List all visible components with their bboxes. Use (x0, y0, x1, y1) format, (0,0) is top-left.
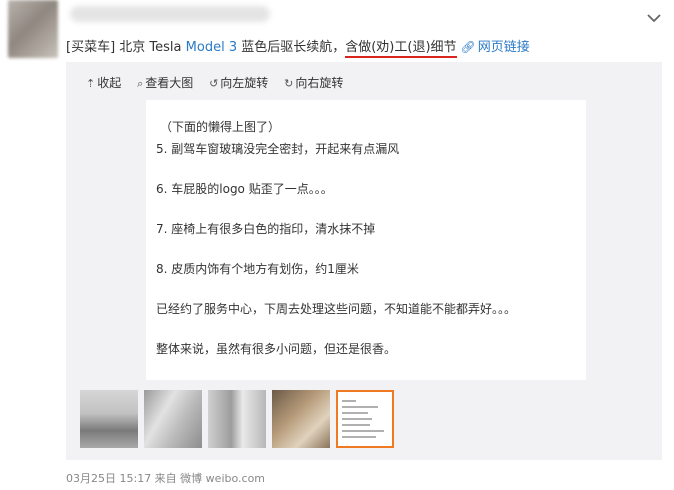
collapse-button[interactable]: ⇡ 收起 (86, 74, 121, 91)
image-text-line: 6. 车屁股的logo 贴歪了一点。。。 (156, 182, 333, 196)
collapse-label: 收起 (97, 76, 122, 90)
image-text-line: 已经约了服务中心，下周去处理这些问题，不知道能不能都弄好。。。 (156, 302, 517, 316)
post-tag: [买菜车] (66, 40, 116, 55)
expanded-image[interactable]: （下面的懒得上图了） 5. 副驾车窗玻璃没完全密封，开起来有点漏风 6. 车屁股… (146, 100, 586, 380)
image-text-line: 整体来说，虽然有很多小问题，但还是很香。 (156, 342, 397, 356)
post-headline: [买菜车] 北京 Tesla Model 3 蓝色后驱长续航，含做(劝)工(退)… (66, 36, 530, 58)
headline-highlight: 含做(劝)工(退)细节 (345, 40, 457, 58)
rotate-left-button[interactable]: ↺ 向左旋转 (209, 74, 268, 91)
image-text-line: 8. 皮质内饰有个地方有划伤，约1厘米 (156, 262, 359, 276)
thumbnail[interactable] (208, 390, 266, 448)
web-link[interactable]: 网页链接 (478, 40, 530, 55)
headline-text-b: 蓝色后驱长续航， (237, 40, 346, 55)
chevron-down-icon[interactable] (646, 10, 662, 26)
thumbnail[interactable] (272, 390, 330, 448)
rotate-left-icon: ↺ (209, 77, 219, 90)
image-text-line: （下面的懒得上图了） (160, 120, 281, 134)
post-meta: 03月25日 15:17 来自 微博 weibo.com (66, 472, 266, 485)
thumbnail[interactable] (144, 390, 202, 448)
headline-text-a: 北京 Tesla (119, 40, 186, 55)
link-icon[interactable]: 🔗︎ (461, 40, 476, 54)
headline-model: Model 3 (185, 40, 238, 55)
rotate-right-label: 向右旋转 (295, 76, 344, 90)
avatar[interactable] (8, 0, 58, 58)
image-text-line: 5. 副驾车窗玻璃没完全密封，开起来有点漏风 (156, 142, 400, 156)
rotate-left-label: 向左旋转 (220, 76, 269, 90)
view-large-button[interactable]: ⌕ 查看大图 (137, 74, 193, 91)
image-text-line: 7. 座椅上有很多白色的指印，清水抹不掉 (156, 222, 376, 236)
collapse-icon: ⇡ (86, 77, 96, 90)
thumbnail-selected[interactable] (336, 390, 394, 448)
thumbnail[interactable] (80, 390, 138, 448)
image-toolbar: ⇡ 收起 ⌕ 查看大图 ↺ 向左旋转 ↻ 向右旋转 (86, 74, 355, 91)
rotate-right-icon: ↻ (284, 77, 294, 90)
rotate-right-button[interactable]: ↻ 向右旋转 (284, 74, 343, 91)
media-panel: ⇡ 收起 ⌕ 查看大图 ↺ 向左旋转 ↻ 向右旋转 （下面的懒得上图了） 5. 副驾车窗… (66, 62, 662, 460)
view-large-label: 查看大图 (145, 76, 194, 90)
search-icon: ⌕ (137, 77, 144, 90)
username-blurred[interactable] (70, 6, 270, 22)
